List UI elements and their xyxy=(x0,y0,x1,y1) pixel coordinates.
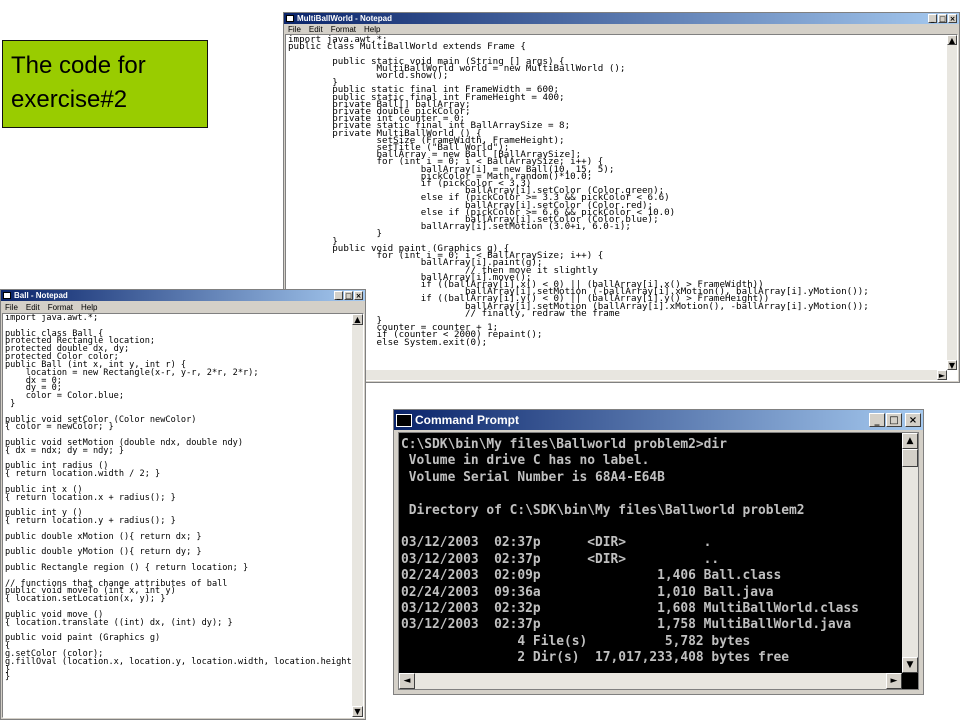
scroll-left-icon[interactable]: ◄ xyxy=(399,673,415,689)
menu-file[interactable]: File xyxy=(5,303,18,312)
text-editor[interactable]: import java.awt.*; public class Ball { p… xyxy=(2,313,364,718)
maximize-button[interactable]: □ xyxy=(886,413,902,427)
scroll-up-icon[interactable]: ▲ xyxy=(352,314,363,325)
title-bar[interactable]: MultiBallWorld - Notepad _ □ × xyxy=(284,13,959,24)
ball-notepad-window: Ball - Notepad _ □ × File Edit Format He… xyxy=(0,289,366,720)
notepad-icon xyxy=(286,15,294,22)
scroll-up-icon[interactable]: ▲ xyxy=(947,35,957,45)
minimize-button[interactable]: _ xyxy=(869,413,885,427)
scroll-right-icon[interactable]: ► xyxy=(886,673,902,689)
slide-label-line-2: exercise#2 xyxy=(11,86,128,113)
text-editor[interactable]: import java.awt.*; public class MultiBal… xyxy=(285,34,958,381)
menu-help[interactable]: Help xyxy=(81,303,97,312)
console-text: C:\SDK\bin\My files\Ballworld problem2>d… xyxy=(401,437,859,689)
vertical-scrollbar[interactable]: ▲ ▼ xyxy=(902,433,918,673)
close-button[interactable]: × xyxy=(354,291,363,300)
scroll-right-icon[interactable]: ► xyxy=(937,370,947,380)
menu-help[interactable]: Help xyxy=(364,25,380,34)
multiballworld-code: import java.awt.*; public class MultiBal… xyxy=(288,34,869,361)
console-output: C:\SDK\bin\My files\Ballworld problem2>d… xyxy=(399,433,918,689)
ball-code: import java.awt.*; public class Ball { p… xyxy=(5,313,362,683)
slide-label: The code for exercise#2 xyxy=(2,40,208,128)
console-icon xyxy=(396,413,412,427)
maximize-button[interactable]: □ xyxy=(938,14,947,23)
menu-bar: File Edit Format Help xyxy=(284,24,959,34)
vertical-scrollbar[interactable]: ▲ ▼ xyxy=(947,35,957,370)
vertical-scrollbar[interactable]: ▲ ▼ xyxy=(352,314,363,717)
menu-file[interactable]: File xyxy=(288,25,301,34)
command-prompt-window: Command Prompt _ □ × C:\SDK\bin\My files… xyxy=(393,409,924,695)
scroll-down-icon[interactable]: ▼ xyxy=(902,657,918,673)
console-output-area[interactable]: C:\SDK\bin\My files\Ballworld problem2>d… xyxy=(398,432,919,690)
minimize-button[interactable]: _ xyxy=(334,291,343,300)
scroll-up-icon[interactable]: ▲ xyxy=(902,433,918,449)
scroll-down-icon[interactable]: ▼ xyxy=(947,360,957,370)
window-title: Ball - Notepad xyxy=(14,291,68,300)
window-title: MultiBallWorld - Notepad xyxy=(297,14,392,23)
title-bar[interactable]: Command Prompt _ □ × xyxy=(394,410,923,430)
horizontal-scrollbar[interactable]: ◄ ► xyxy=(399,673,902,689)
menu-format[interactable]: Format xyxy=(331,25,356,34)
menu-edit[interactable]: Edit xyxy=(309,25,323,34)
minimize-button[interactable]: _ xyxy=(928,14,937,23)
maximize-button[interactable]: □ xyxy=(344,291,353,300)
scroll-down-icon[interactable]: ▼ xyxy=(352,706,363,717)
slide-label-line-1: The code for xyxy=(11,52,146,79)
menu-edit[interactable]: Edit xyxy=(26,303,40,312)
window-title: Command Prompt xyxy=(415,413,520,427)
menu-bar: File Edit Format Help xyxy=(1,301,365,313)
title-bar[interactable]: Ball - Notepad _ □ × xyxy=(1,290,365,301)
notepad-icon xyxy=(3,292,11,299)
scroll-thumb[interactable] xyxy=(902,449,918,467)
close-button[interactable]: × xyxy=(905,413,921,427)
menu-format[interactable]: Format xyxy=(48,303,73,312)
multiballworld-notepad-window: MultiBallWorld - Notepad _ □ × File Edit… xyxy=(283,12,960,383)
close-button[interactable]: × xyxy=(948,14,957,23)
horizontal-scrollbar[interactable]: ◄ ► xyxy=(286,370,947,380)
